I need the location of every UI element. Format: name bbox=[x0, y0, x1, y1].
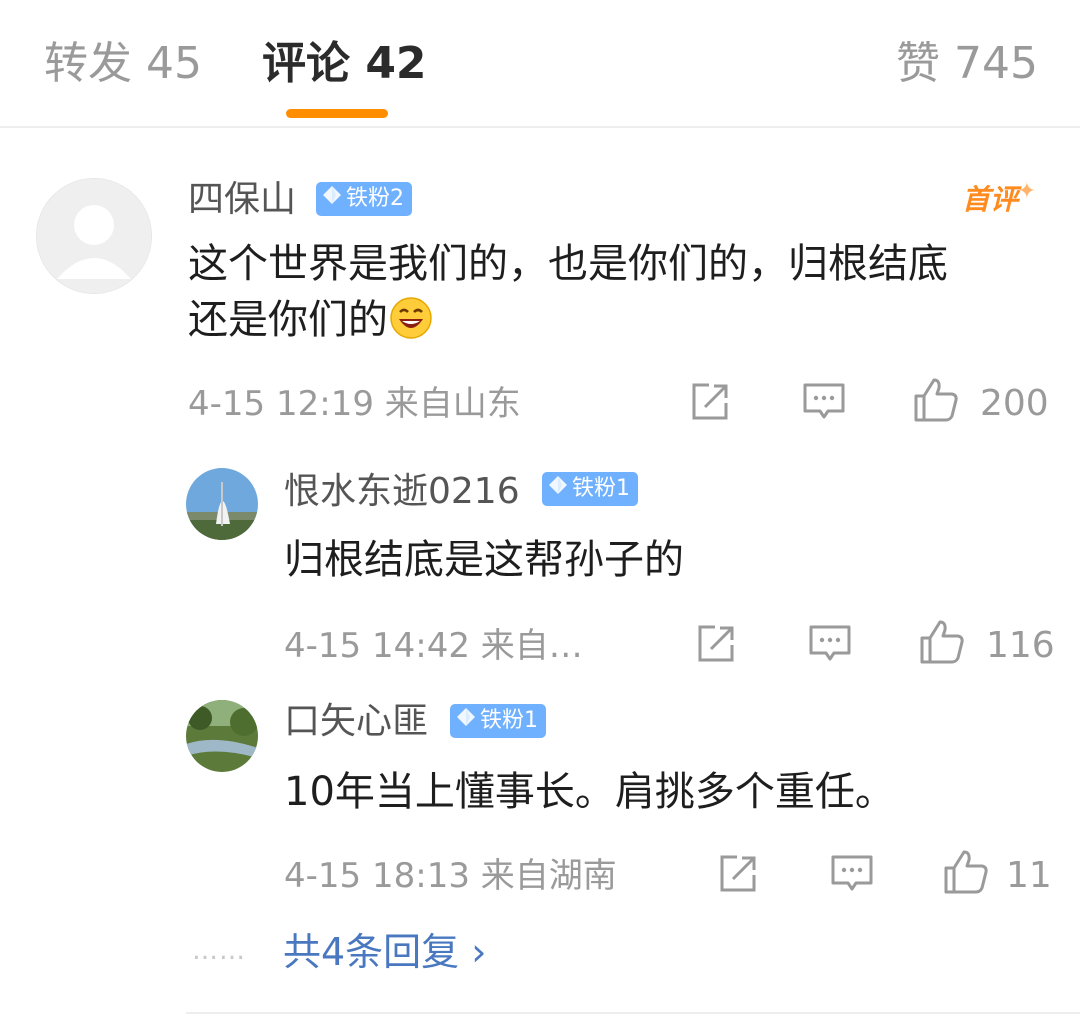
share-icon bbox=[692, 383, 728, 420]
avatar[interactable] bbox=[186, 468, 258, 540]
comment-text-line: 还是你们的 bbox=[188, 292, 1058, 354]
tab-like[interactable]: 赞 745 bbox=[896, 36, 1038, 92]
more-replies-dots: …… bbox=[192, 936, 246, 966]
fan-badge-label: 铁粉2 bbox=[346, 186, 404, 211]
reply-text: 10年当上懂事长。肩挑多个重任。 bbox=[284, 769, 895, 815]
comment-text-line: 这个世界是我们的，也是你们的，归根结底 bbox=[188, 241, 948, 287]
reply-button[interactable] bbox=[802, 380, 846, 424]
fan-badge-label: 铁粉1 bbox=[572, 476, 630, 501]
comment-username[interactable]: 四保山 bbox=[188, 178, 296, 222]
reply-username[interactable]: 口矢心匪 bbox=[284, 700, 428, 744]
like-count: 11 bbox=[1006, 855, 1052, 896]
thumbs-up-icon bbox=[944, 850, 988, 894]
like-count: 116 bbox=[986, 625, 1055, 666]
fan-level-badge[interactable]: 铁粉1 bbox=[542, 472, 638, 506]
first-comment-label: 首评 bbox=[962, 183, 1019, 216]
avatar[interactable] bbox=[36, 178, 152, 294]
tab-comment[interactable]: 评论 42 bbox=[262, 36, 427, 92]
tab-repost[interactable]: 转发 45 bbox=[44, 36, 202, 92]
reply-username[interactable]: 恨水东逝0216 bbox=[284, 470, 520, 514]
tab-bar: 转发 45 评论 42 赞 745 bbox=[0, 0, 1080, 128]
like-count: 200 bbox=[980, 383, 1049, 424]
comment-icon bbox=[803, 383, 845, 419]
share-button[interactable] bbox=[688, 380, 732, 424]
sparkle-icon: ✦ bbox=[1017, 179, 1037, 204]
reply-button[interactable] bbox=[808, 622, 852, 666]
comment-icon bbox=[809, 625, 851, 661]
tab-active-indicator bbox=[286, 109, 388, 118]
thumbs-up-icon bbox=[914, 378, 958, 422]
fan-badge-label: 铁粉1 bbox=[480, 708, 538, 733]
fan-level-badge[interactable]: 铁粉1 bbox=[450, 704, 546, 738]
share-button[interactable] bbox=[694, 622, 738, 666]
reply-timestamp-location: 4-15 14:42 来自… bbox=[284, 626, 583, 666]
avatar[interactable] bbox=[186, 700, 258, 772]
diamond-icon bbox=[456, 704, 476, 738]
fan-level-badge[interactable]: 铁粉2 bbox=[316, 182, 412, 216]
comment-text: 这个世界是我们的，也是你们的，归根结底 还是你们的 bbox=[188, 236, 1058, 354]
like-button[interactable] bbox=[942, 848, 990, 896]
comment-timestamp-location: 4-15 12:19 来自山东 bbox=[188, 384, 521, 424]
diamond-icon bbox=[322, 182, 342, 216]
share-button[interactable] bbox=[716, 852, 760, 896]
reply-button[interactable] bbox=[830, 852, 874, 896]
share-icon bbox=[698, 625, 734, 662]
reply-timestamp-location: 4-15 18:13 来自湖南 bbox=[284, 856, 617, 896]
thumbs-up-icon bbox=[920, 620, 964, 664]
share-icon bbox=[720, 855, 756, 892]
first-comment-badge: 首评 ✦ bbox=[962, 179, 1036, 218]
comment-text-tail: 还是你们的 bbox=[188, 297, 388, 343]
like-button[interactable] bbox=[918, 618, 966, 666]
comment-icon bbox=[831, 855, 873, 891]
diamond-icon bbox=[548, 472, 568, 506]
like-button[interactable] bbox=[912, 376, 960, 424]
reply-text: 归根结底是这帮孙子的 bbox=[284, 537, 684, 583]
divider bbox=[186, 1012, 1080, 1014]
laughing-emoji-icon bbox=[390, 297, 432, 354]
more-replies-link[interactable]: 共4条回复 › bbox=[283, 928, 486, 976]
